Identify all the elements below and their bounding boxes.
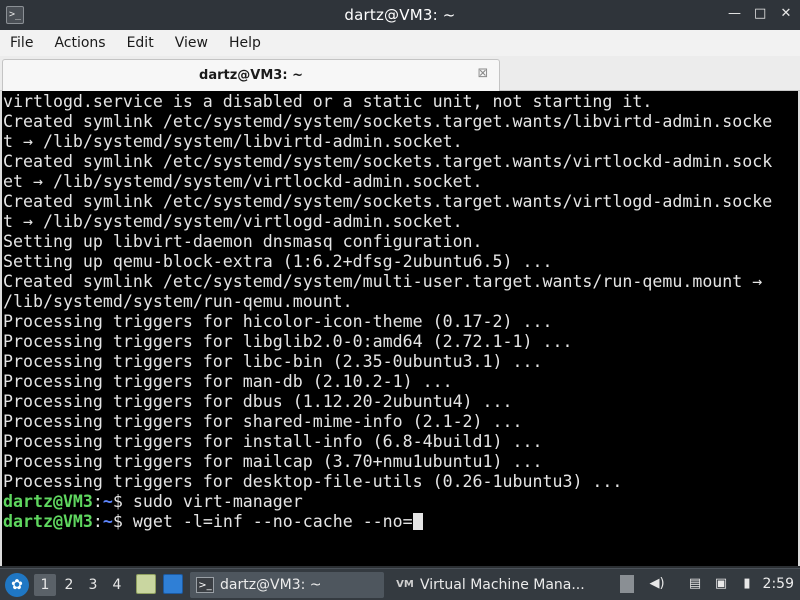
prompt-command: sudo virt-manager	[122, 492, 303, 511]
terminal-line: Processing triggers for shared-mime-info…	[3, 412, 523, 431]
close-icon[interactable]: ✕	[780, 7, 792, 21]
terminal-line: virtlogd.service is a disabled or a stat…	[3, 92, 653, 111]
prompt-user: dartz@VM3	[3, 492, 93, 511]
prompt-separator: :	[92, 512, 103, 531]
terminal-line: Created symlink /etc/systemd/system/sock…	[3, 152, 773, 171]
menu-file[interactable]: File	[10, 35, 33, 51]
terminal-line: Processing triggers for dbus (1.12.20-2u…	[3, 392, 513, 411]
menu-actions[interactable]: Actions	[54, 35, 105, 51]
prompt-user: dartz@VM3	[3, 512, 93, 531]
terminal-line: Created symlink /etc/systemd/system/sock…	[3, 192, 773, 211]
battery-icon[interactable]: ▮	[737, 574, 757, 594]
terminal-line: Processing triggers for desktop-file-uti…	[3, 472, 623, 491]
text-cursor	[412, 513, 423, 530]
minimize-icon[interactable]: —	[728, 7, 741, 21]
terminal-line: Processing triggers for libc-bin (2.35-0…	[3, 352, 543, 371]
terminal-line: et → /lib/systemd/system/virtlockd-admin…	[3, 172, 483, 191]
prompt-separator: :	[92, 492, 103, 511]
clock[interactable]: 2:59	[763, 576, 794, 592]
terminal-active-prompt-line[interactable]: dartz@VM3:~$ wget -l=inf --no-cache --no…	[3, 512, 798, 532]
window-controls: — □ ✕	[728, 7, 792, 21]
prompt-path: ~	[102, 512, 113, 531]
terminal-line: t → /lib/systemd/system/virtlogd-admin.s…	[3, 212, 463, 231]
workspace-3[interactable]: 3	[82, 574, 104, 596]
prompt-path: ~	[102, 492, 113, 511]
terminal-output[interactable]: virtlogd.service is a disabled or a stat…	[0, 91, 800, 566]
taskbar-task-virt-manager[interactable]: VM Virtual Machine Mana...	[390, 572, 608, 598]
tab-label: dartz@VM3: ~	[199, 68, 303, 83]
task-label: Virtual Machine Mana...	[420, 577, 585, 593]
terminal-line: Processing triggers for man-db (2.10.2-1…	[3, 372, 453, 391]
volume-icon[interactable]: ◀)	[647, 574, 667, 594]
terminal-line: Processing triggers for mailcap (3.70+nm…	[3, 452, 543, 471]
tray-separator-icon	[620, 575, 634, 593]
prompt-symbol: $	[112, 492, 123, 511]
taskbar: ✿ 1 2 3 4 >_ dartz@VM3: ~ VM Virtual Mac…	[0, 568, 800, 600]
terminal-line: Created symlink /etc/systemd/system/mult…	[3, 272, 763, 291]
terminal-line: Created symlink /etc/systemd/system/sock…	[3, 112, 773, 131]
terminal-tab[interactable]: dartz@VM3: ~ ⊠	[2, 59, 500, 91]
terminal-task-icon: >_	[196, 577, 214, 593]
command-input[interactable]: wget -l=inf --no-cache --no=	[123, 512, 413, 531]
window-title: dartz@VM3: ~	[344, 6, 456, 24]
virt-manager-task-icon: VM	[396, 579, 414, 590]
terminal-line: Setting up libvirt-daemon dnsmasq config…	[3, 232, 483, 251]
tab-strip: dartz@VM3: ~ ⊠	[0, 56, 800, 91]
network-icon[interactable]: ▣	[711, 574, 731, 594]
menu-edit[interactable]: Edit	[127, 35, 154, 51]
terminal-app-icon[interactable]: >_	[6, 6, 24, 24]
tab-close-icon[interactable]: ⊠	[475, 66, 491, 82]
workspace-1[interactable]: 1	[34, 574, 56, 596]
task-label: dartz@VM3: ~	[220, 577, 322, 593]
terminal-line: Setting up qemu-block-extra (1:6.2+dfsg-…	[3, 252, 553, 271]
workspace-2[interactable]: 2	[58, 574, 80, 596]
terminal-line: Processing triggers for hicolor-icon-the…	[3, 312, 553, 331]
menu-view[interactable]: View	[175, 35, 208, 51]
start-menu-icon[interactable]: ✿	[5, 573, 29, 597]
menu-bar: File Actions Edit View Help	[0, 30, 800, 56]
terminal-prompt-line: dartz@VM3:~$ sudo virt-manager	[3, 492, 798, 512]
terminal-line: Processing triggers for libglib2.0-0:amd…	[3, 332, 573, 351]
menu-help[interactable]: Help	[229, 35, 261, 51]
window-titlebar[interactable]: >_ dartz@VM3: ~ — □ ✕	[0, 0, 800, 30]
terminal-line: Processing triggers for install-info (6.…	[3, 432, 543, 451]
show-desktop-icon[interactable]	[163, 574, 183, 594]
prompt-symbol: $	[112, 512, 123, 531]
taskbar-task-terminal[interactable]: >_ dartz@VM3: ~	[190, 572, 384, 598]
terminal-line: /lib/systemd/system/run-qemu.mount.	[3, 292, 353, 311]
maximize-icon[interactable]: □	[754, 7, 766, 21]
clipboard-icon[interactable]: ▤	[685, 574, 705, 594]
terminal-line: t → /lib/systemd/system/libvirtd-admin.s…	[3, 132, 463, 151]
workspace-4[interactable]: 4	[106, 574, 128, 596]
file-manager-launcher-icon[interactable]	[136, 574, 156, 594]
